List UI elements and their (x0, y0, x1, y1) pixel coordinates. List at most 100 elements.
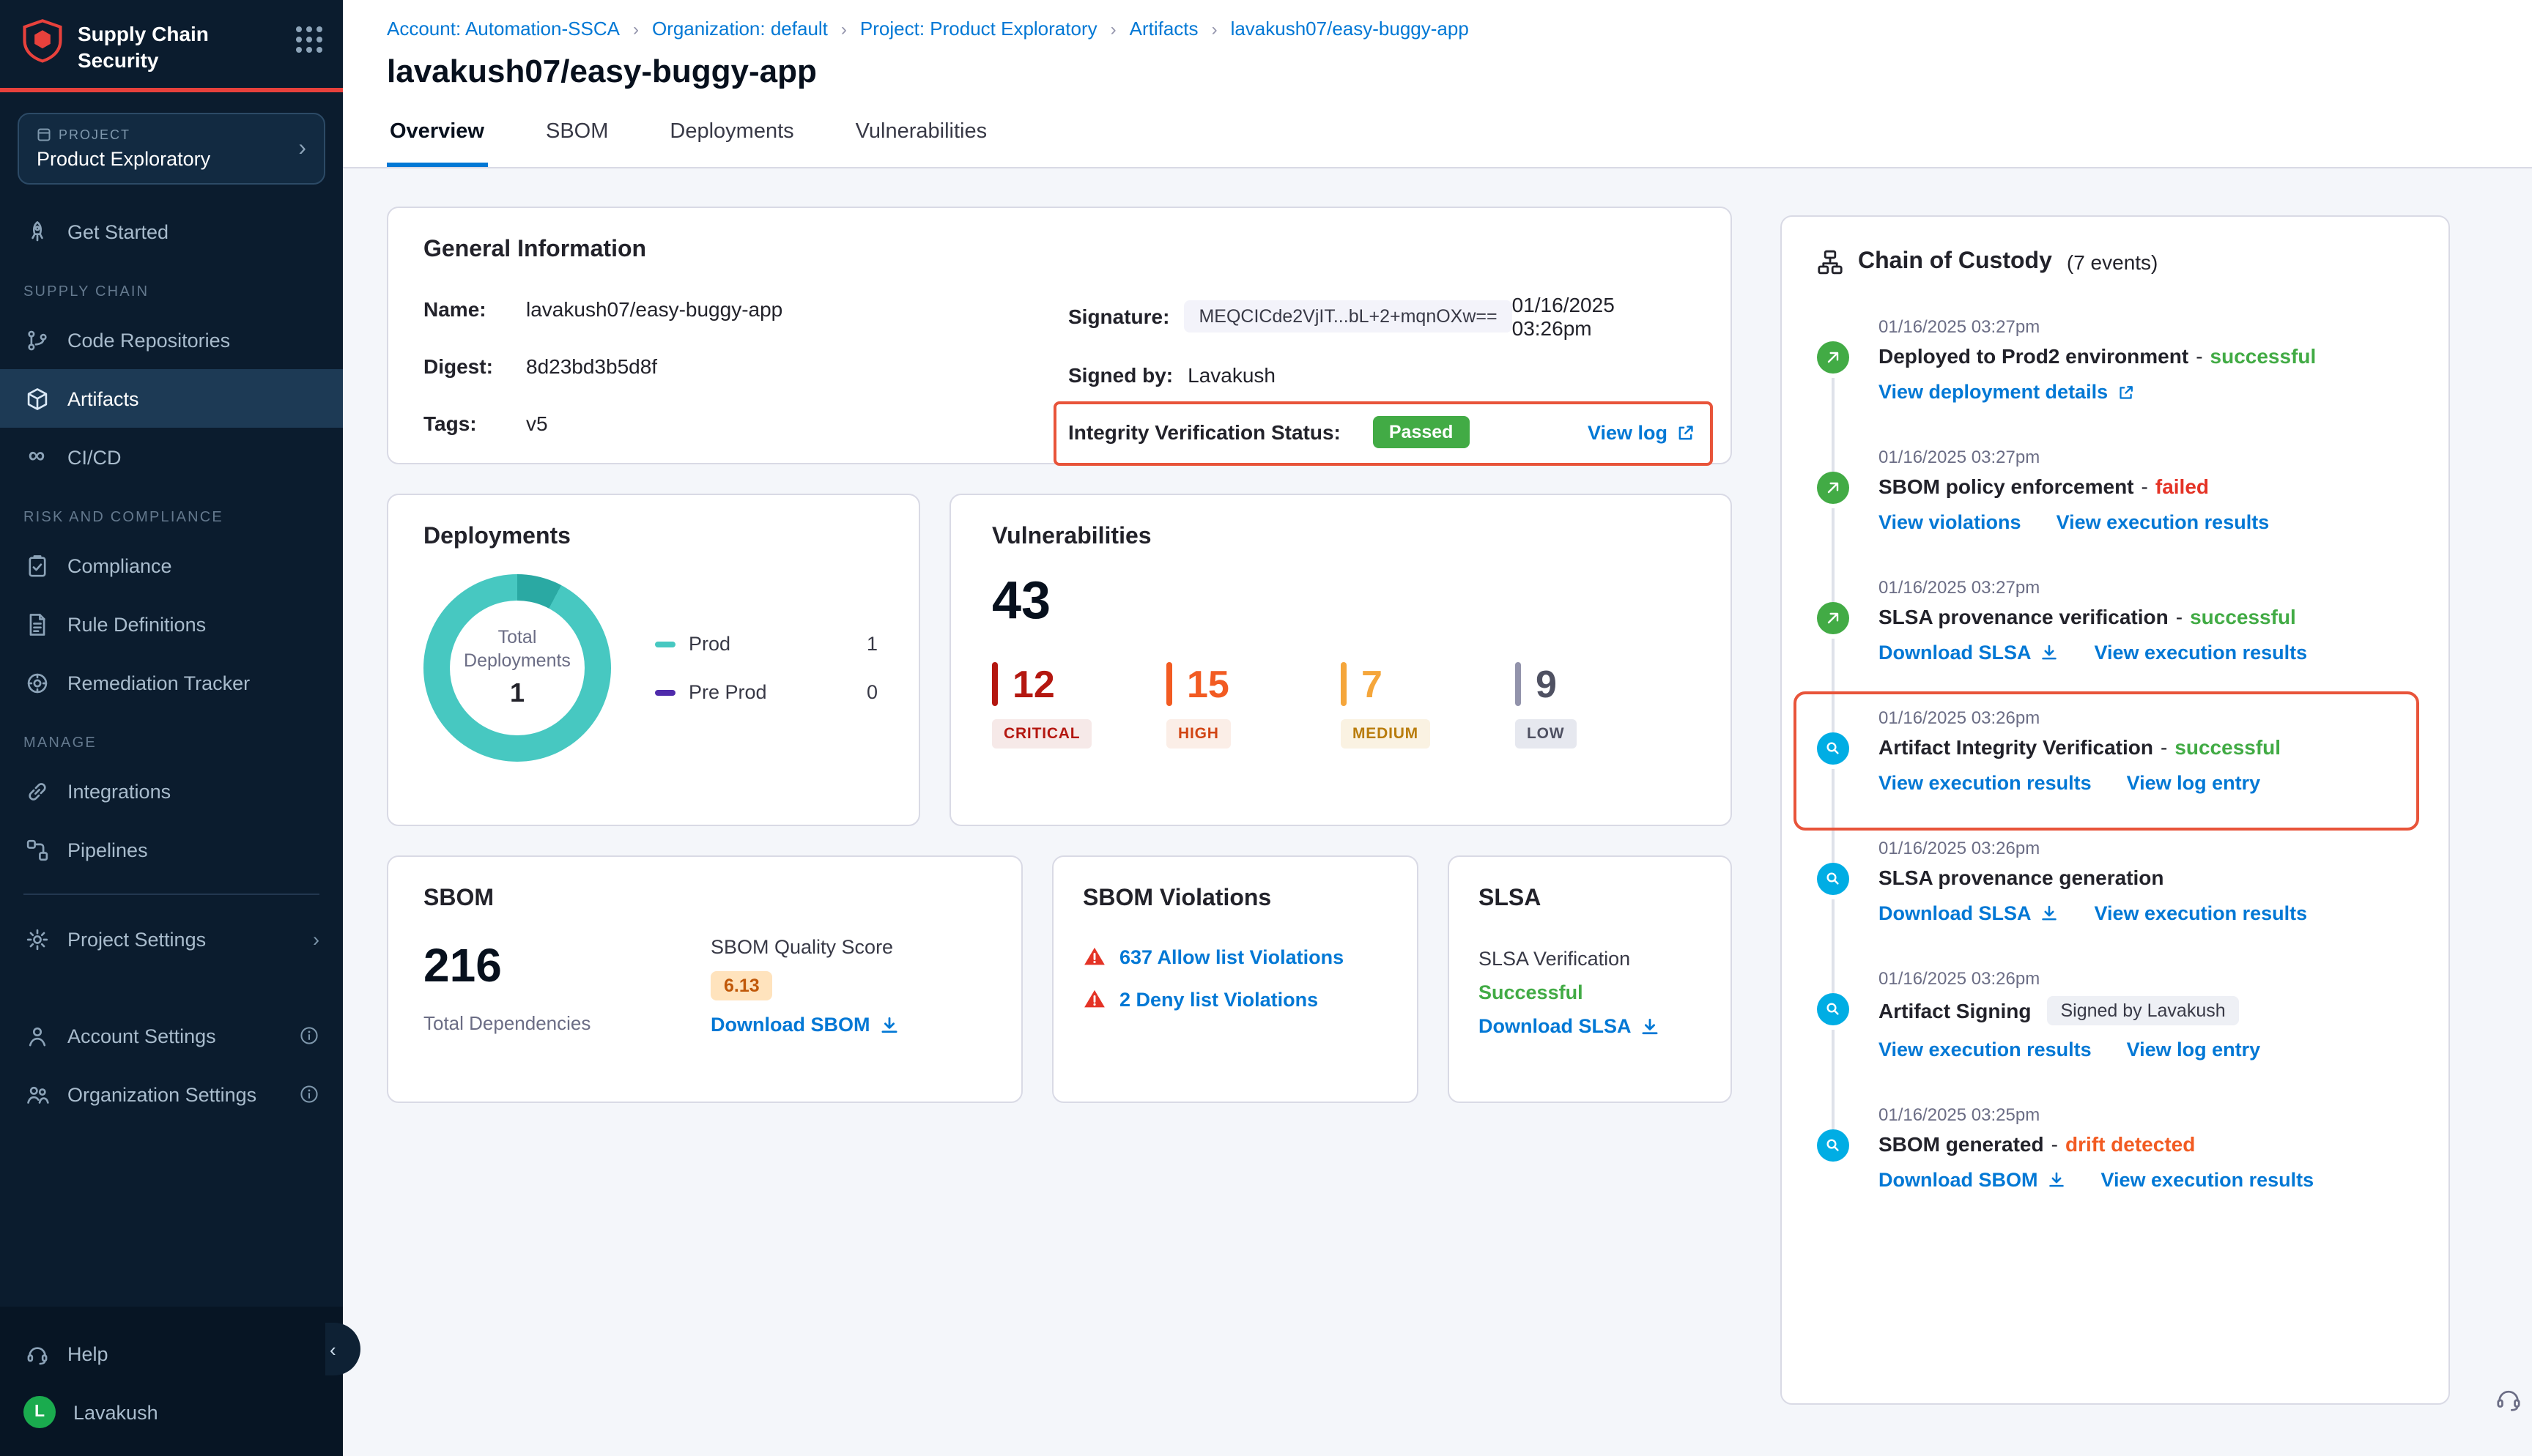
spacer (0, 969, 343, 1007)
legend-item-prod[interactable]: Prod 1 (655, 633, 878, 655)
deployments-legend: Prod 1 Pre Prod 0 (655, 633, 884, 703)
event-links: View violations View execution results (1878, 511, 2413, 533)
download-icon (879, 1014, 900, 1035)
tab-deployments[interactable]: Deployments (667, 107, 796, 167)
scan-event-icon (1817, 993, 1849, 1025)
sidebar-item-user[interactable]: L Lavakush (0, 1383, 343, 1441)
download-slsa-link[interactable]: Download SLSA (1878, 902, 2059, 924)
breadcrumb-project[interactable]: Project: Product Exploratory (860, 18, 1097, 40)
view-execution-results-link[interactable]: View execution results (2095, 642, 2308, 664)
sbom-total-dependencies: 216 (423, 942, 711, 989)
deployments-donut-chart: Total Deployments 1 (423, 574, 611, 762)
card-title: General Information (423, 237, 1695, 264)
project-selector[interactable]: PROJECT Product Exploratory › (18, 114, 325, 185)
view-execution-results-link[interactable]: View execution results (2101, 1169, 2314, 1191)
download-slsa-link[interactable]: Download SLSA (1878, 642, 2059, 664)
support-button[interactable] (2494, 1384, 2523, 1421)
sbom-quality: SBOM Quality Score 6.13 Download SBOM (711, 936, 900, 1036)
sidebar-item-project-settings[interactable]: Project Settings › (0, 910, 343, 969)
event-title: SBOM policy enforcement (1878, 475, 2134, 498)
tags-value: v5 (526, 412, 548, 435)
warning-icon (1083, 945, 1106, 968)
main-area: Account: Automation-SSCA › Organization:… (343, 0, 2532, 1456)
view-execution-results-link[interactable]: View execution results (1878, 1039, 2092, 1061)
medium-badge: MEDIUM (1341, 719, 1430, 749)
slsa-verification-status: Successful (1478, 981, 1701, 1003)
view-violations-link[interactable]: View violations (1878, 511, 2021, 533)
breadcrumb-organization[interactable]: Organization: default (652, 18, 828, 40)
event-artifact-integrity-verification: 01/16/2025 03:26pm Artifact Integrity Ve… (1817, 707, 2413, 838)
sidebar-item-organization-settings[interactable]: Organization Settings (0, 1066, 343, 1124)
breadcrumb-artifacts[interactable]: Artifacts (1130, 18, 1199, 40)
download-sbom-link[interactable]: Download SBOM (1878, 1169, 2066, 1191)
event-sbom-policy-enforcement: 01/16/2025 03:27pm SBOM policy enforceme… (1817, 447, 2413, 577)
sidebar-item-cicd[interactable]: ∞ CI/CD (0, 428, 343, 487)
sidebar-item-label: Project Settings (67, 929, 206, 951)
high-badge: HIGH (1166, 719, 1231, 749)
event-links: Download SBOM View execution results (1878, 1169, 2413, 1191)
view-deployment-details-link[interactable]: View deployment details (1878, 381, 2134, 403)
git-branch-icon (23, 327, 50, 354)
view-log-entry-link[interactable]: View log entry (2127, 1039, 2261, 1061)
sidebar-item-compliance[interactable]: Compliance (0, 537, 343, 595)
tab-overview[interactable]: Overview (387, 107, 487, 167)
supply-chain-security-logo-icon (22, 19, 63, 70)
sidebar-item-integrations[interactable]: Integrations (0, 762, 343, 821)
prod-legend-swatch (655, 641, 675, 647)
verification-event-icon (1817, 602, 1849, 634)
sidebar-item-remediation-tracker[interactable]: Remediation Tracker (0, 654, 343, 713)
infinity-icon: ∞ (23, 445, 50, 471)
sidebar-item-rule-definitions[interactable]: Rule Definitions (0, 595, 343, 654)
event-sbom-generated: 01/16/2025 03:25pm SBOM generated - drif… (1817, 1104, 2413, 1235)
sidebar-item-get-started[interactable]: Get Started (0, 203, 343, 261)
severity-low: 9 LOW (1515, 662, 1689, 749)
tab-vulnerabilities[interactable]: Vulnerabilities (853, 107, 990, 167)
view-execution-results-link[interactable]: View execution results (2057, 511, 2270, 533)
sidebar-item-code-repositories[interactable]: Code Repositories (0, 311, 343, 370)
sidebar-nav: Get Started SUPPLY CHAIN Code Repositori… (0, 194, 343, 1307)
person-icon (23, 1023, 50, 1050)
nav-heading-supply-chain: SUPPLY CHAIN (0, 261, 343, 311)
sidebar-item-help[interactable]: Help (0, 1324, 343, 1383)
headset-icon (23, 1340, 50, 1367)
severity-row: 12 CRITICAL 15 HIGH 7 (992, 662, 1689, 749)
breadcrumb-separator-icon: › (841, 18, 847, 39)
signed-by-row: Signed by: Lavakush (1068, 359, 1695, 391)
event-title: SBOM generated (1878, 1132, 2044, 1156)
sidebar-item-pipelines[interactable]: Pipelines (0, 821, 343, 880)
donut-center-label: Total Deployments 1 (464, 625, 571, 711)
sidebar-item-label: CI/CD (67, 447, 122, 469)
sidebar-item-account-settings[interactable]: Account Settings (0, 1007, 343, 1066)
external-link-icon (1676, 423, 1695, 442)
legend-label: Prod (689, 633, 730, 655)
event-title: Artifact Integrity Verification (1878, 735, 2153, 759)
name-row: Name: lavakush07/easy-buggy-app (423, 293, 1068, 325)
chain-of-custody-title: Chain of Custody (1858, 249, 2052, 275)
view-log-entry-link[interactable]: View log entry (2127, 772, 2261, 794)
allow-list-violations-link[interactable]: 637 Allow list Violations (1119, 946, 1344, 967)
sbom-card: SBOM 216 Total Dependencies SBOM Quality… (387, 855, 1023, 1103)
event-title: SLSA provenance verification (1878, 605, 2169, 628)
tab-sbom[interactable]: SBOM (543, 107, 611, 167)
deny-list-violations-link[interactable]: 2 Deny list Violations (1119, 988, 1318, 1010)
scan-event-icon (1817, 863, 1849, 895)
module-switcher-icon[interactable] (296, 26, 322, 53)
nav-heading-risk-compliance: RISK AND COMPLIANCE (0, 487, 343, 537)
legend-item-pre-prod[interactable]: Pre Prod 0 (655, 681, 878, 703)
integrity-verification-row: Integrity Verification Status: Passed Vi… (1068, 416, 1695, 448)
sbom-body: 216 Total Dependencies SBOM Quality Scor… (423, 936, 986, 1036)
breadcrumb-account[interactable]: Account: Automation-SSCA (387, 18, 620, 40)
breadcrumb-current[interactable]: lavakush07/easy-buggy-app (1231, 18, 1469, 40)
view-execution-results-link[interactable]: View execution results (1878, 772, 2092, 794)
event-title: Deployed to Prod2 environment (1878, 344, 2188, 368)
sidebar-item-artifacts[interactable]: Artifacts (0, 370, 343, 428)
view-log-link[interactable]: View log (1588, 421, 1695, 443)
cube-icon (23, 386, 50, 412)
download-slsa-link[interactable]: Download SLSA (1478, 1015, 1701, 1037)
signed-by-value: Lavakush (1188, 363, 1276, 387)
download-sbom-link[interactable]: Download SBOM (711, 1014, 900, 1036)
breadcrumb-separator-icon: › (633, 18, 639, 39)
info-icon (299, 1085, 319, 1105)
severity-bar (1515, 662, 1521, 706)
view-execution-results-link[interactable]: View execution results (2095, 902, 2308, 924)
